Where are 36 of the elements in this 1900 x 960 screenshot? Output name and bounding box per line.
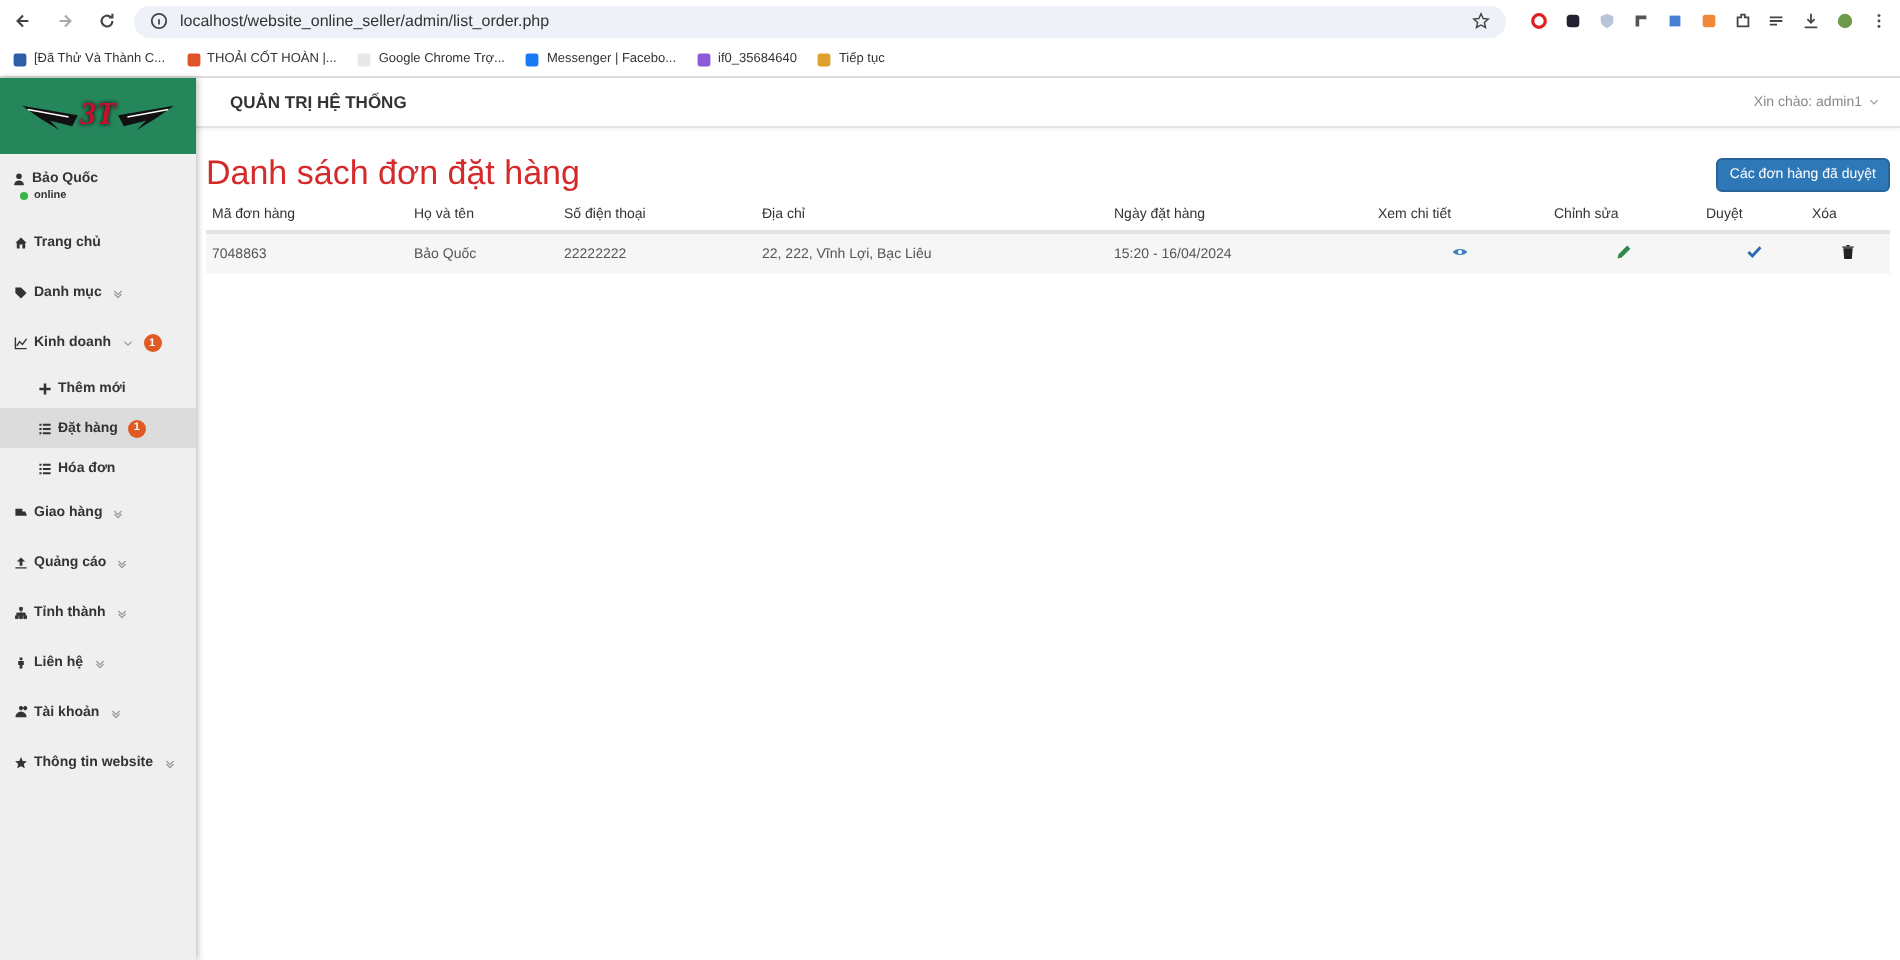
info-icon	[150, 12, 168, 30]
reload-icon[interactable]	[98, 12, 116, 30]
plus-icon	[38, 381, 52, 395]
person-icon	[14, 656, 28, 670]
site-icon	[816, 51, 833, 67]
eye-icon[interactable]	[1452, 244, 1468, 260]
wing-icon	[22, 103, 79, 129]
home-icon	[14, 236, 28, 250]
wing-icon	[117, 103, 174, 129]
pencil-icon[interactable]	[1616, 244, 1632, 260]
users-icon	[14, 706, 28, 720]
check-icon[interactable]	[1745, 244, 1761, 260]
site-icon	[12, 51, 28, 67]
upload-icon	[14, 556, 28, 570]
list-icon	[38, 421, 52, 435]
chevron-down-icon	[1868, 96, 1880, 108]
header-title: QUẢN TRỊ HỆ THỐNG	[230, 92, 407, 112]
back-icon[interactable]	[14, 12, 32, 30]
site-icon	[185, 51, 202, 67]
status-dot	[20, 192, 28, 200]
tag-icon	[14, 286, 28, 300]
download-icon[interactable]	[1802, 12, 1820, 30]
page-title: Danh sách đơn đặt hàng	[206, 154, 580, 194]
list-icon[interactable]	[1768, 12, 1786, 30]
chart-icon	[14, 336, 28, 350]
address-bar[interactable]: localhost/website_online_seller/admin/list_order.php	[134, 5, 1506, 37]
sitemap-icon	[14, 606, 28, 620]
list-icon	[38, 461, 52, 475]
site-icon	[696, 51, 713, 67]
avatar-icon[interactable]	[1836, 12, 1854, 30]
site-icon	[524, 51, 541, 67]
user-icon	[12, 172, 26, 186]
trash-icon[interactable]	[1840, 244, 1856, 260]
star-icon	[14, 756, 28, 770]
star-icon[interactable]	[1472, 12, 1490, 30]
puzzle-icon[interactable]	[1734, 12, 1752, 30]
